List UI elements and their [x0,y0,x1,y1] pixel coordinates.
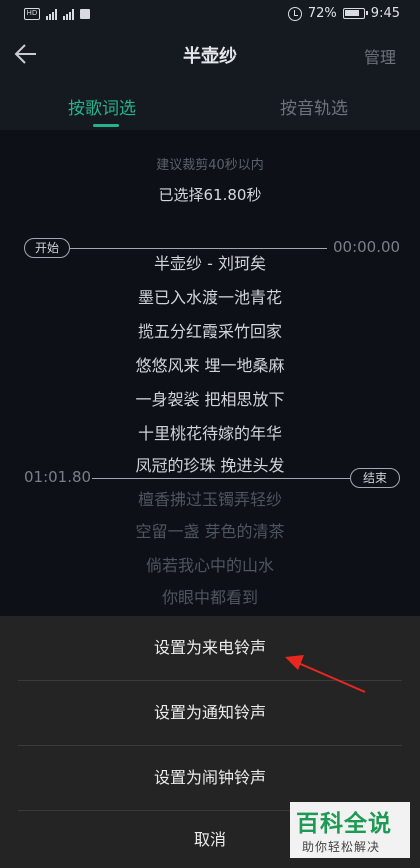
lyric-line[interactable]: 十里桃花待嫁的年华 [0,420,420,444]
lyric-line[interactable]: 一身袈裟 把相思放下 [0,386,420,410]
tab-by-lyrics[interactable]: 按歌词选 [68,94,136,119]
hd-icon: HD [24,8,40,20]
status-left: HD [24,8,90,20]
signal-icon [63,8,74,20]
lyric-line[interactable]: 悠悠风来 埋一地桑麻 [0,352,420,376]
trim-hint: 建议裁剪40秒以内 [156,158,264,173]
set-ringtone-button[interactable]: 设置为来电铃声 [0,616,420,680]
lyric-line[interactable]: 揽五分红霞采竹回家 [0,318,420,342]
end-handle[interactable]: 结束 [350,468,400,488]
watermark-logo: 百科全说 助你轻松解决 [290,802,410,858]
manage-button[interactable]: 管理 [364,44,396,68]
lyric-line[interactable]: 你眼中都看到 [0,584,420,608]
battery-icon [342,8,368,19]
lyrics-selector: 建议裁剪40秒以内 已选择61.80秒 开始 00:00.00 半壶纱 - 刘珂… [0,130,420,616]
page-title: 半壶纱 [183,46,237,67]
lyric-line[interactable]: 檀香拂过玉镯弄轻纱 [0,486,420,510]
alarm-icon [287,6,302,21]
set-alarm-tone-button[interactable]: 设置为闹钟铃声 [0,746,420,810]
lyric-line[interactable]: 半壶纱 - 刘珂矣 [0,250,420,274]
start-marker-line[interactable] [70,248,327,249]
lyric-line[interactable]: 倘若我心中的山水 [0,552,420,576]
set-notification-tone-button[interactable]: 设置为通知铃声 [0,681,420,745]
tab-by-track[interactable]: 按音轨选 [280,94,348,119]
signal-icon [46,8,57,20]
status-right: 72% 9:45 [287,6,400,21]
watermark-subtitle: 助你轻松解决 [302,840,381,854]
watermark-title: 百科全说 [296,811,392,837]
lyric-line[interactable]: 空留一盏 芽色的清茶 [0,518,420,542]
notification-icon [80,9,90,19]
active-tab-indicator [93,124,119,127]
battery-percent: 72% [307,6,337,21]
lyric-line[interactable]: 墨已入水渡一池青花 [0,284,420,308]
end-time: 01:01.80 [24,468,92,486]
header: 半壶纱 管理 按歌词选 按音轨选 [0,32,420,130]
selected-duration: 已选择61.80秒 [158,186,262,204]
status-bar: HD 72% 9:45 [0,0,420,32]
end-marker-line[interactable] [92,478,350,479]
clock: 9:45 [370,6,400,21]
